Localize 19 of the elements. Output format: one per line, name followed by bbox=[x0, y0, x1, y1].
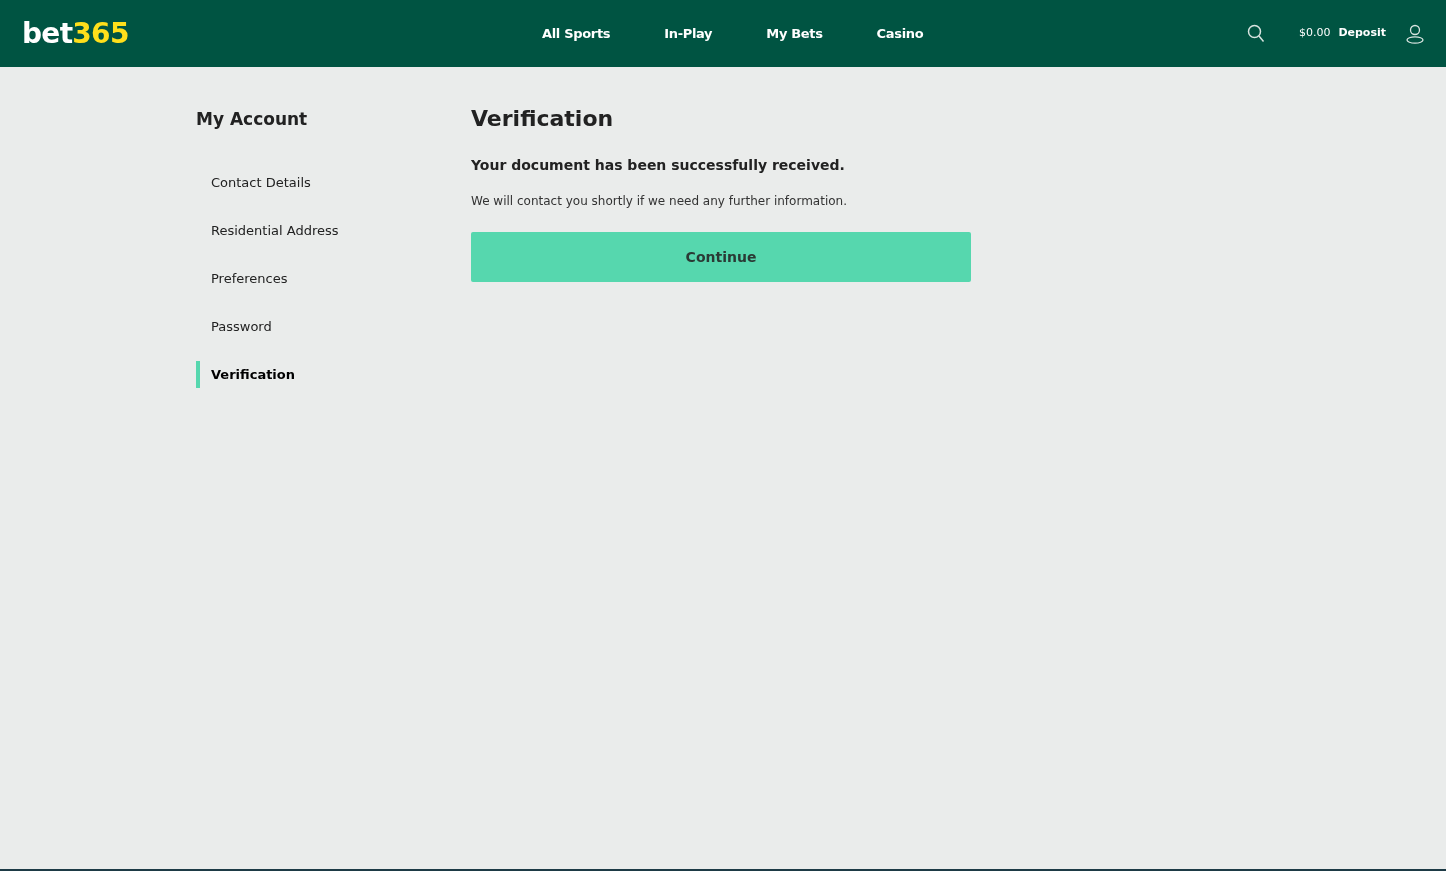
continue-button[interactable]: Continue bbox=[471, 232, 971, 282]
nav-link[interactable]: All Sports bbox=[515, 23, 638, 44]
sidebar-item[interactable]: Contact Details bbox=[196, 169, 471, 196]
success-heading: Your document has been successfully received. bbox=[471, 156, 846, 175]
sidebar-item[interactable]: Password bbox=[196, 313, 471, 340]
search-icon[interactable] bbox=[1246, 24, 1265, 43]
page-title: Verification bbox=[471, 105, 615, 133]
deposit-link[interactable]: Deposit bbox=[1338, 25, 1386, 42]
sidebar-title: My Account bbox=[196, 108, 309, 131]
nav-link[interactable]: Casino bbox=[849, 23, 951, 44]
account-balance: $0.00 bbox=[1298, 25, 1331, 42]
sidebar-item[interactable]: Residential Address bbox=[196, 217, 471, 244]
logo[interactable]: bet365 bbox=[22, 19, 129, 48]
nav-link[interactable]: My Bets bbox=[739, 23, 850, 44]
sidebar-item[interactable]: Preferences bbox=[196, 265, 471, 292]
user-icon[interactable] bbox=[1406, 23, 1424, 44]
info-message: We will contact you shortly if we need any further information. bbox=[471, 193, 848, 210]
sidebar-item[interactable]: Verification bbox=[196, 361, 471, 388]
nav-link[interactable]: In-Play bbox=[637, 23, 740, 44]
